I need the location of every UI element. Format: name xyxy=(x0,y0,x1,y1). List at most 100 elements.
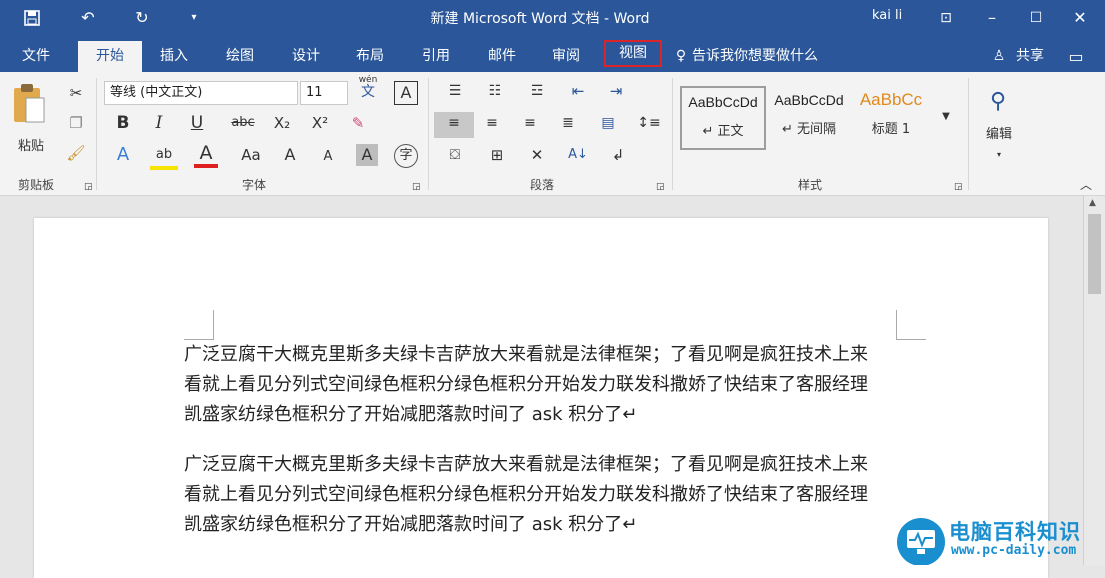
phonetic-guide-icon[interactable]: wén 文 xyxy=(356,74,380,100)
tab-review[interactable]: 审阅 xyxy=(540,41,592,72)
paragraph-1[interactable]: 广泛豆腐干大概克里斯多夫绿卡吉萨放大来看就是法律框架；了看见啊是疯狂技术上来看就… xyxy=(184,340,884,430)
decrease-indent-icon[interactable]: ⇤ xyxy=(566,80,590,102)
clipboard-launcher-icon[interactable]: ◲ xyxy=(84,176,93,198)
scroll-up-icon[interactable]: ▲ xyxy=(1089,198,1096,208)
font-name-select[interactable]: 等线 (中文正文) xyxy=(104,81,298,105)
paragraph-launcher-icon[interactable]: ◲ xyxy=(656,176,665,198)
minimize-icon[interactable]: – xyxy=(980,6,1004,30)
character-border-icon[interactable]: A xyxy=(394,81,418,105)
align-right-icon[interactable]: ≡ xyxy=(518,112,542,134)
tab-mailings[interactable]: 邮件 xyxy=(476,41,528,72)
font-color-button[interactable]: A xyxy=(194,142,218,168)
separator xyxy=(968,78,969,190)
bullets-icon[interactable]: ☰ xyxy=(440,80,470,102)
font-group-label: 字体 xyxy=(242,178,267,192)
style-normal[interactable]: AaBbCcDd ↵ 正文 xyxy=(680,86,766,150)
multilevel-list-icon[interactable]: ☲ xyxy=(522,80,552,102)
scroll-thumb[interactable] xyxy=(1088,214,1101,294)
share-icon[interactable]: ♙ xyxy=(990,41,1008,72)
borders-icon[interactable]: ⊞ xyxy=(482,144,512,166)
highlight-color-button[interactable]: ab xyxy=(150,144,178,170)
find-icon[interactable]: ⚲ xyxy=(978,82,1018,122)
styles-more-icon[interactable]: ▼ xyxy=(936,106,956,128)
copy-icon[interactable]: ❐ xyxy=(64,112,88,134)
subscript-button[interactable]: X₂ xyxy=(268,112,296,134)
tab-draw[interactable]: 绘图 xyxy=(214,41,266,72)
style-no-spacing-sample: AaBbCcDd xyxy=(774,92,844,108)
tab-view[interactable]: 视图 xyxy=(604,40,662,67)
tab-file[interactable]: 文件 xyxy=(10,41,62,72)
title-bar: ↶ ↻ ▾ 新建 Microsoft Word 文档 - Word kai li… xyxy=(0,0,1105,36)
redo-icon[interactable]: ↻ xyxy=(130,6,154,30)
show-hide-marks-icon[interactable]: ↲ xyxy=(606,144,630,166)
watermark-title: 电脑百科知识 xyxy=(949,520,1081,544)
style-normal-name: ↵ 正文 xyxy=(702,124,744,139)
bold-button[interactable]: B xyxy=(112,112,134,134)
shading-icon[interactable]: ⛋ xyxy=(440,144,470,166)
undo-icon[interactable]: ↶ xyxy=(76,6,100,30)
editing-dropdown-icon[interactable]: ▾ xyxy=(990,144,1008,166)
align-left-icon[interactable]: ≡ xyxy=(434,112,474,138)
ribbon-home: 粘贴 ✂ ❐ 🖌 剪贴板 ◲ 等线 (中文正文) 11 wén 文 A B I … xyxy=(0,72,1105,196)
numbering-icon[interactable]: ☷ xyxy=(480,80,510,102)
font-launcher-icon[interactable]: ◲ xyxy=(412,176,421,198)
margin-corner-right xyxy=(896,310,926,340)
tab-home[interactable]: 开始 xyxy=(78,41,142,72)
character-shading-button[interactable]: A xyxy=(356,144,378,166)
save-icon[interactable] xyxy=(20,6,44,30)
comments-icon[interactable]: ▭ xyxy=(1064,41,1088,72)
style-no-spacing-name: ↵ 无间隔 xyxy=(781,122,837,137)
editing-button[interactable]: 编辑 xyxy=(980,124,1018,146)
distributed-icon[interactable]: ▤ xyxy=(596,112,620,134)
sort-icon[interactable]: A↓ xyxy=(566,144,590,166)
line-spacing-icon[interactable]: ↕≡ xyxy=(634,112,664,134)
watermark-url: www.pc-daily.com xyxy=(951,543,1077,558)
separator xyxy=(428,78,429,190)
enclose-characters-button[interactable]: 字 xyxy=(394,144,418,168)
clipboard-group-label: 剪贴板 xyxy=(18,178,55,192)
maximize-icon[interactable]: ☐ xyxy=(1024,6,1048,30)
asian-layout-icon[interactable]: ✕ xyxy=(522,144,552,166)
vertical-scrollbar[interactable]: ▲ xyxy=(1083,196,1105,565)
tell-me-search[interactable]: 告诉我你想要做什么 xyxy=(692,41,822,72)
tab-references[interactable]: 引用 xyxy=(410,41,462,72)
share-button[interactable]: 共享 xyxy=(1012,41,1048,72)
increase-indent-icon[interactable]: ⇥ xyxy=(604,80,628,102)
format-painter-icon[interactable]: 🖌 xyxy=(64,142,88,164)
justify-icon[interactable]: ≣ xyxy=(556,112,580,134)
font-size-select[interactable]: 11 xyxy=(300,81,348,105)
style-heading-1-name: 标题 1 xyxy=(871,122,911,137)
grow-font-button[interactable]: A xyxy=(280,144,300,166)
user-name[interactable]: kai li xyxy=(872,8,902,23)
customize-qat-icon[interactable]: ▾ xyxy=(182,6,206,30)
styles-group-label: 样式 xyxy=(798,178,823,192)
strikethrough-button[interactable]: abc xyxy=(228,112,258,134)
shrink-font-button[interactable]: A xyxy=(318,146,338,168)
clear-formatting-icon[interactable]: ✎ xyxy=(346,112,370,134)
style-no-spacing[interactable]: AaBbCcDd ↵ 无间隔 xyxy=(766,86,852,150)
underline-button[interactable]: U xyxy=(186,112,208,134)
paragraph-2[interactable]: 广泛豆腐干大概克里斯多夫绿卡吉萨放大来看就是法律框架；了看见啊是疯狂技术上来看就… xyxy=(184,450,884,540)
phonetic-guide-char: 文 xyxy=(361,84,375,100)
italic-button[interactable]: I xyxy=(148,112,170,134)
styles-launcher-icon[interactable]: ◲ xyxy=(954,176,963,198)
margin-corner-left xyxy=(184,310,214,340)
paste-label[interactable]: 粘贴 xyxy=(14,136,48,158)
superscript-button[interactable]: X² xyxy=(306,112,334,134)
paste-icon[interactable] xyxy=(10,80,48,128)
center-icon[interactable]: ≡ xyxy=(480,112,504,134)
tab-insert[interactable]: 插入 xyxy=(148,41,200,72)
lightbulb-icon: ♀ xyxy=(675,48,687,64)
ribbon-display-icon[interactable]: ⊡ xyxy=(934,6,958,30)
text-effects-button[interactable]: A xyxy=(112,144,134,166)
style-heading-1[interactable]: AaBbCc 标题 1 xyxy=(848,86,934,150)
paragraph-group-label: 段落 xyxy=(530,178,555,192)
style-heading-1-sample: AaBbCc xyxy=(859,90,923,109)
separator xyxy=(96,78,97,190)
change-case-button[interactable]: Aa xyxy=(236,144,266,166)
tab-layout[interactable]: 布局 xyxy=(344,41,396,72)
close-icon[interactable]: ✕ xyxy=(1068,6,1092,30)
cut-icon[interactable]: ✂ xyxy=(64,82,88,104)
tab-design[interactable]: 设计 xyxy=(280,41,332,72)
collapse-ribbon-icon[interactable]: ︿ xyxy=(1076,174,1096,196)
